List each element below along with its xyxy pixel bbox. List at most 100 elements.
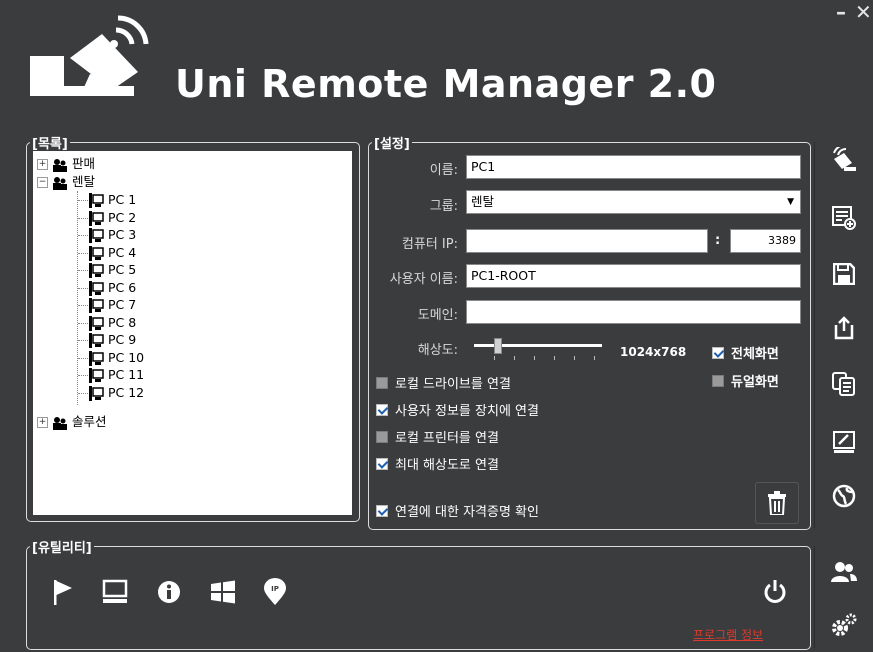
tree-group-rental[interactable]: − 렌탈: [37, 173, 95, 190]
checkbox-unchecked-icon[interactable]: [376, 376, 388, 389]
checkbox-checked-icon[interactable]: [376, 504, 388, 517]
device-tree[interactable]: + 판매 − 렌탈 PC 1 PC 2 PC 3 PC 4 PC 5 PC 6 …: [33, 151, 352, 515]
copy-button[interactable]: [822, 362, 866, 406]
checkbox-checked-icon[interactable]: [376, 457, 388, 470]
credential-label: 연결에 대한 자격증명 확인: [395, 505, 539, 520]
local-drive-checkbox[interactable]: 로컬 드라이브를 연결: [376, 373, 511, 392]
export-icon: [834, 316, 854, 340]
resolution-label: 해상도:: [417, 343, 458, 358]
ip-pin-icon: IP: [264, 578, 286, 605]
computer-icon: [89, 298, 104, 313]
username-field[interactable]: PC1-ROOT: [466, 264, 801, 288]
checkbox-unchecked-icon[interactable]: [376, 430, 388, 443]
minimize-button[interactable]: –: [836, 2, 846, 22]
computer-icon: [89, 368, 104, 383]
globe-icon: [832, 484, 856, 508]
tree-group-label: 판매: [71, 156, 95, 171]
local-drive-label: 로컬 드라이브를 연결: [395, 377, 511, 392]
tree-group-label: 솔루션: [71, 414, 107, 429]
max-resolution-checkbox[interactable]: 최대 해상도로 연결: [376, 454, 499, 473]
resolution-slider-thumb[interactable]: [494, 338, 502, 354]
trash-icon: [768, 491, 786, 515]
ip-label: 컴퓨터 IP:: [401, 237, 458, 252]
ip-button[interactable]: IP: [256, 573, 294, 611]
flag-icon: [54, 580, 72, 605]
tree-item-label: PC 11: [107, 367, 145, 382]
user-info-label: 사용자 정보를 장치에 연결: [395, 404, 539, 419]
save-icon: [833, 263, 855, 285]
add-list-button[interactable]: [822, 196, 866, 240]
fullscreen-label: 전체화면: [731, 347, 779, 362]
tree-item-pc[interactable]: PC 1: [78, 191, 136, 208]
tree-item-label: PC 8: [107, 314, 137, 330]
port-field[interactable]: 3389: [730, 229, 801, 253]
checkbox-checked-icon[interactable]: [376, 403, 388, 416]
users-button[interactable]: [822, 550, 866, 594]
tree-item-pc[interactable]: PC 9: [78, 331, 136, 348]
tree-item-label: PC 7: [107, 297, 137, 312]
tree-item-pc[interactable]: PC 7: [78, 296, 136, 313]
close-button[interactable]: ✕: [855, 2, 872, 22]
username-label: 사용자 이름:: [389, 272, 458, 287]
expand-icon[interactable]: +: [37, 417, 48, 428]
dual-screen-checkbox[interactable]: 듀얼화면: [712, 371, 779, 390]
list-section-label: [목록]: [30, 133, 70, 152]
settings-button[interactable]: [822, 604, 866, 648]
tree-item-pc[interactable]: PC 5: [78, 261, 136, 278]
ip-field[interactable]: [466, 229, 708, 253]
tree-item-pc[interactable]: PC 8: [78, 314, 136, 331]
tree-item-pc[interactable]: PC 11: [78, 366, 144, 383]
port-separator: :: [715, 233, 721, 248]
group-icon: [52, 158, 67, 172]
checkbox-checked-icon[interactable]: [712, 346, 724, 359]
tree-item-pc[interactable]: PC 12: [78, 384, 144, 401]
resolution-value: 1024x768: [620, 345, 687, 359]
svg-text:IP: IP: [271, 585, 279, 593]
tree-branch-line: [78, 270, 88, 271]
max-resolution-label: 최대 해상도로 연결: [395, 458, 499, 473]
tree-group-label: 렌탈: [71, 174, 95, 189]
tree-item-pc[interactable]: PC 6: [78, 279, 136, 296]
program-info-link[interactable]: 프로그램 정보: [693, 626, 763, 643]
power-icon: [764, 580, 786, 603]
fullscreen-checkbox[interactable]: 전체화면: [712, 343, 779, 362]
tree-item-label: PC 4: [107, 244, 137, 260]
tree-item-pc[interactable]: PC 2: [78, 209, 136, 226]
expand-icon[interactable]: +: [37, 159, 48, 170]
tree-branch-line: [78, 340, 88, 341]
name-field[interactable]: PC1: [466, 155, 801, 179]
monitor-button[interactable]: [96, 573, 134, 611]
tree-item-pc[interactable]: PC 3: [78, 226, 136, 243]
computer-icon: [89, 315, 104, 331]
flag-button[interactable]: [44, 573, 82, 611]
tree-group-solution[interactable]: + 솔루션: [37, 413, 106, 430]
credential-checkbox[interactable]: 연결에 대한 자격증명 확인: [376, 501, 539, 520]
local-printer-label: 로컬 프린터를 연결: [395, 431, 499, 446]
info-button[interactable]: [150, 573, 188, 611]
user-info-checkbox[interactable]: 사용자 정보를 장치에 연결: [376, 400, 539, 419]
edit-button[interactable]: [822, 420, 866, 464]
power-button[interactable]: [756, 573, 794, 611]
checkbox-unchecked-icon[interactable]: [712, 374, 724, 387]
utility-section-label: [유틸리티]: [30, 537, 94, 556]
group-icon: [52, 416, 67, 430]
windows-button[interactable]: [204, 573, 242, 611]
domain-label: 도메인:: [417, 308, 458, 323]
tree-group-sales[interactable]: + 판매: [37, 155, 95, 172]
name-label: 이름:: [429, 163, 458, 178]
group-select[interactable]: 렌탈 ▼: [466, 190, 801, 214]
tree-item-label: PC 2: [107, 209, 137, 225]
domain-field[interactable]: [466, 300, 801, 324]
connect-button[interactable]: [822, 138, 866, 182]
sidebar-divider: [814, 546, 815, 648]
export-button[interactable]: [822, 306, 866, 350]
delete-button[interactable]: [755, 482, 799, 524]
tree-item-pc[interactable]: PC 10: [78, 349, 144, 366]
save-button[interactable]: [822, 252, 866, 296]
tree-item-pc[interactable]: PC 4: [78, 244, 136, 261]
computer-icon: [89, 333, 104, 348]
copy-icon: [832, 372, 855, 396]
collapse-icon[interactable]: −: [37, 177, 48, 188]
web-button[interactable]: [822, 474, 866, 518]
local-printer-checkbox[interactable]: 로컬 프린터를 연결: [376, 427, 499, 446]
